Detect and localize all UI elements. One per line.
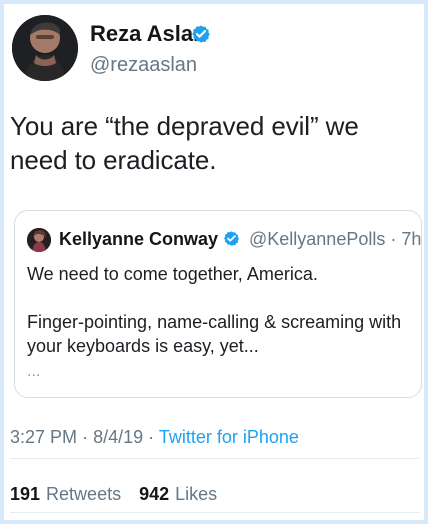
- likes-count[interactable]: 942: [139, 484, 169, 504]
- quoted-age: 7h: [401, 229, 422, 249]
- quoted-handle[interactable]: @KellyannePolls: [249, 229, 385, 249]
- likes-label[interactable]: Likes: [175, 484, 217, 504]
- quoted-author-avatar[interactable]: [27, 228, 51, 252]
- retweets-count[interactable]: 191: [10, 484, 40, 504]
- verified-badge-icon: [192, 25, 210, 43]
- author-name[interactable]: Reza Aslan: [90, 20, 207, 48]
- bottom-divider-line: [10, 512, 420, 513]
- quoted-handle-and-age: @KellyannePolls · 7h: [249, 227, 421, 251]
- divider-line: [10, 458, 420, 459]
- tweet-client-link[interactable]: Twitter for iPhone: [159, 427, 299, 447]
- quoted-author-name[interactable]: Kellyanne Conway: [59, 227, 218, 251]
- quoted-verified-badge-icon: [223, 231, 240, 246]
- meta-separator-2: ·: [148, 427, 155, 447]
- quoted-text-line-1: We need to come together, America.: [27, 264, 318, 284]
- tweet-header: Reza Aslan @rezaaslan: [10, 12, 420, 96]
- tweet-date: 8/4/19: [93, 427, 144, 447]
- quoted-text-ellipsis: ...: [27, 363, 41, 380]
- author-handle[interactable]: @rezaaslan: [90, 52, 197, 78]
- retweets-label[interactable]: Retweets: [46, 484, 121, 504]
- quoted-avatar-image: [27, 228, 51, 252]
- avatar-image: [12, 15, 78, 81]
- author-avatar[interactable]: [12, 15, 78, 81]
- engagement-stats: 191 Retweets 942 Likes: [10, 482, 217, 506]
- quoted-separator: ·: [390, 229, 397, 249]
- quoted-text-line-2: Finger-pointing, name-calling & screamin…: [27, 312, 402, 356]
- meta-separator-1: ·: [82, 427, 89, 447]
- tweet-meta: 3:27 PM · 8/4/19 · Twitter for iPhone: [10, 425, 299, 449]
- tweet-screenshot-frame: Reza Aslan @rezaaslan You are “the depra…: [0, 0, 428, 524]
- tweet-time: 3:27 PM: [10, 427, 78, 447]
- tweet-text: You are “the depraved evil” we need to e…: [10, 111, 359, 175]
- quoted-tweet-card[interactable]: Kellyanne Conway @KellyannePolls · 7h We…: [14, 210, 422, 398]
